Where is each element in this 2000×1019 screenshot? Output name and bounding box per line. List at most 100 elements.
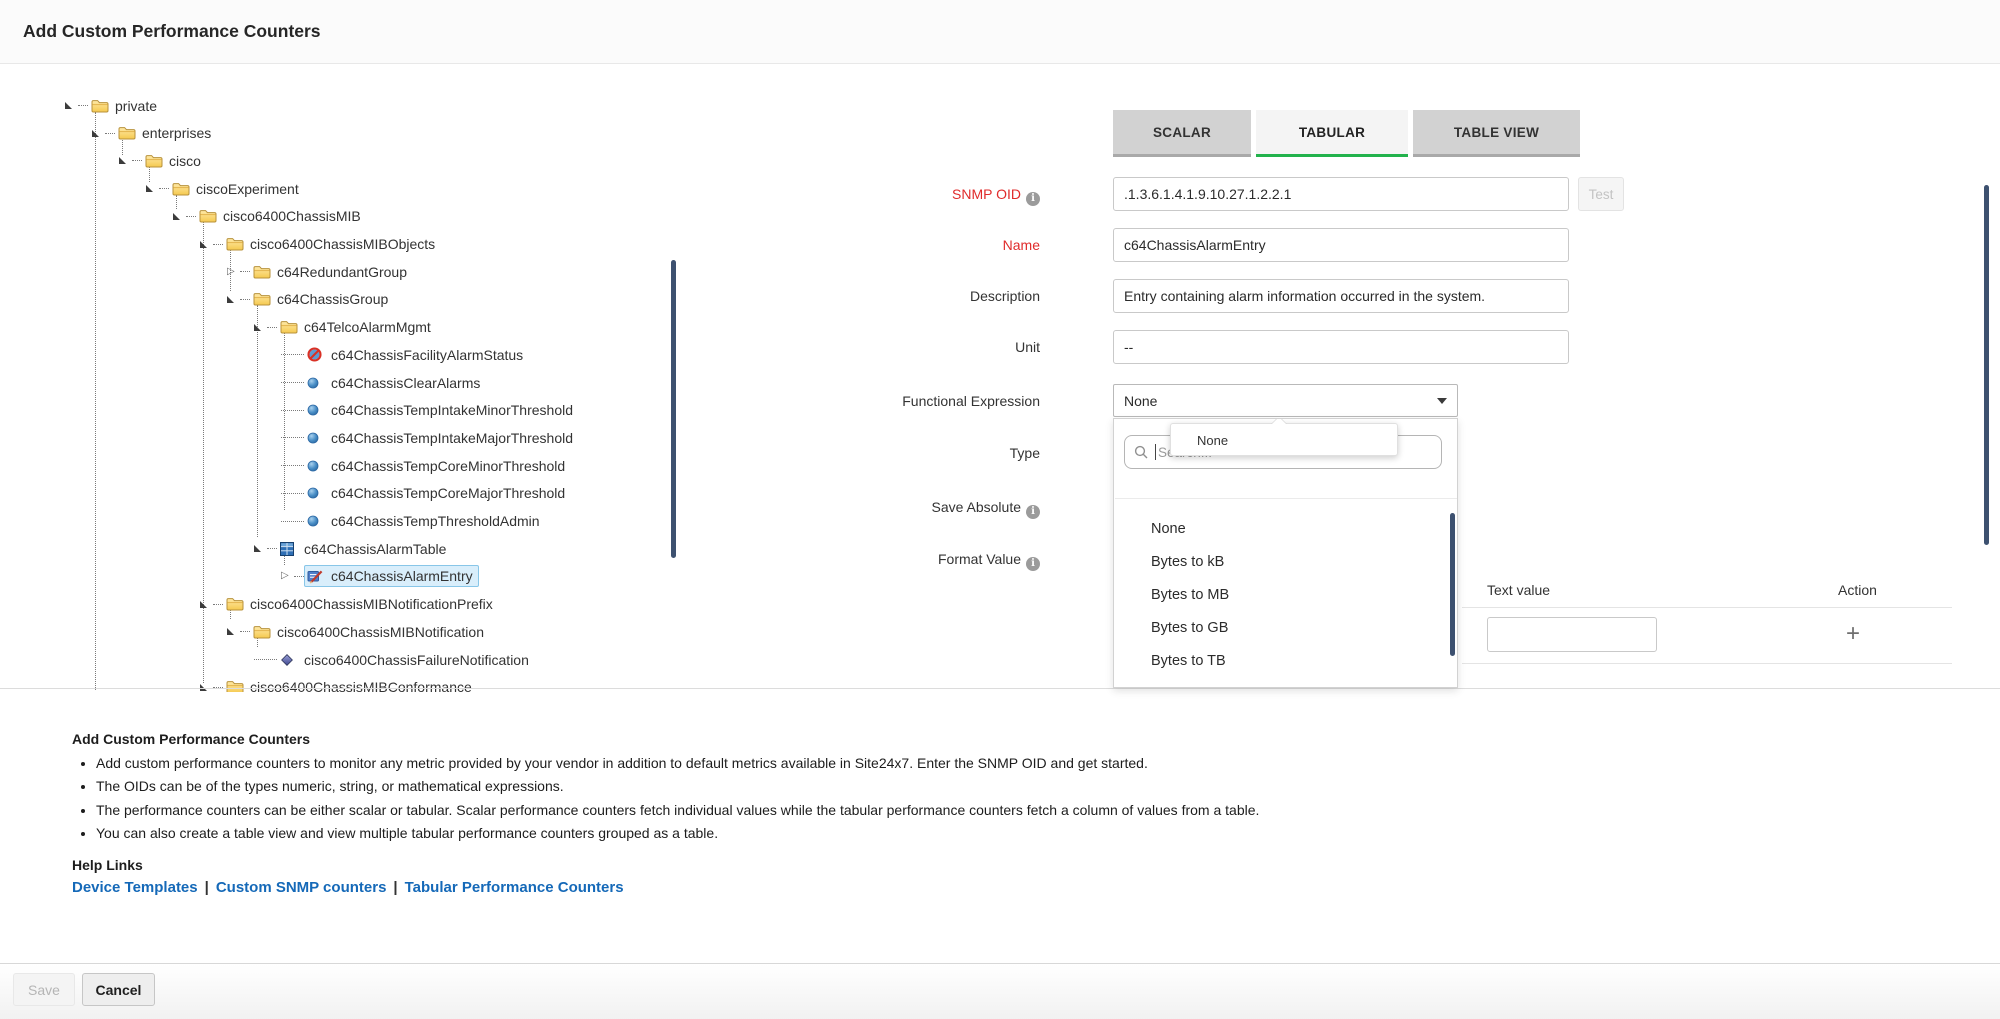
tree-connector [159,188,169,189]
expander-expanded-icon[interactable] [65,102,72,109]
expander-expanded-icon[interactable] [227,628,234,635]
tree-node[interactable]: c64ChassisGroup [227,286,394,313]
tree-node-label: cisco6400ChassisMIBObjects [250,236,435,252]
tree-node-label: cisco6400ChassisFailureNotification [304,652,529,668]
format-value-info-icon[interactable] [1026,557,1040,571]
tree-guide-line [95,112,96,690]
description-input[interactable] [1113,279,1569,313]
tree-scrollbar[interactable] [671,260,676,558]
functional-expression-label: Functional Expression [760,391,1040,411]
tree-node-label: c64ChassisTempThresholdAdmin [331,513,540,529]
name-input[interactable] [1113,228,1569,262]
scalar-oid-icon [307,403,325,418]
tree-node-label: cisco6400ChassisMIB [223,208,361,224]
tree-connector [281,493,304,494]
tree-node[interactable]: c64ChassisFacilityAlarmStatus [281,341,529,368]
expander-expanded-icon[interactable] [119,157,126,164]
help-bullet: Add custom performance counters to monit… [96,752,1259,775]
help-link[interactable]: Custom SNMP counters [216,879,387,896]
tree-node[interactable]: cisco6400ChassisMIB [173,203,367,230]
expander-expanded-icon[interactable] [227,296,234,303]
text-cursor [1155,444,1156,460]
expander-collapsed-icon[interactable]: ▷ [227,267,235,277]
functional-expression-dropdown: Search... None NoneBytes to kBBytes to M… [1113,418,1458,688]
tab-tabular[interactable]: TABULAR [1256,110,1408,157]
tree-connector [281,410,304,411]
tree-node[interactable]: ▷c64RedundantGroup [227,258,413,285]
snmp-oid-label: SNMP OID [760,184,1040,204]
tree-node[interactable]: c64ChassisTempCoreMinorThreshold [281,452,571,479]
dropdown-option[interactable]: None [1114,513,1448,546]
text-value-input[interactable] [1487,617,1657,652]
tree-node[interactable]: cisco6400ChassisMIBNotification [227,618,490,645]
tree-node[interactable]: c64TelcoAlarmMgmt [254,314,437,341]
functional-expression-select[interactable]: None [1113,384,1458,417]
expander-expanded-icon[interactable] [254,545,261,552]
help-links-heading: Help Links [72,857,143,873]
help-section-heading: Add Custom Performance Counters [72,731,310,747]
footer-bar: Save Cancel [0,963,2000,1019]
help-bullet: The OIDs can be of the types numeric, st… [96,775,1259,798]
dropdown-option[interactable]: Bytes to MB [1114,579,1448,612]
tree-node[interactable]: cisco6400ChassisMIBConformance [200,674,478,692]
expander-expanded-icon[interactable] [254,324,261,331]
page-scrollbar[interactable] [1984,185,1989,545]
dropdown-option[interactable]: Bytes to kB [1114,546,1448,579]
tree-node[interactable]: c64ChassisTempThresholdAdmin [281,508,546,535]
tree-node[interactable]: private [65,98,163,119]
selected-value-tooltip: None [1170,423,1398,456]
tree-node[interactable]: c64ChassisTempIntakeMajorThreshold [281,424,579,451]
tree-node-label: c64ChassisTempCoreMinorThreshold [331,458,565,474]
test-button[interactable]: Test [1578,177,1624,211]
tab-table-view[interactable]: TABLE VIEW [1413,110,1580,157]
format-table-divider [1462,607,1952,608]
snmp-oid-info-icon[interactable] [1026,192,1040,206]
tree-node-label: c64ChassisTempIntakeMinorThreshold [331,402,573,418]
tree-connector [132,160,142,161]
expander-collapsed-icon[interactable]: ▷ [281,571,289,581]
expander-expanded-icon[interactable] [200,241,207,248]
tree-node-label: private [115,98,157,114]
tree-connector [213,244,223,245]
expander-expanded-icon[interactable] [173,213,180,220]
dropdown-scrollbar[interactable] [1450,513,1455,656]
tree-node[interactable]: c64ChassisClearAlarms [281,369,486,396]
tree-node[interactable]: ciscoExperiment [146,175,305,202]
expander-expanded-icon[interactable] [200,601,207,608]
section-divider [0,688,2000,689]
tree-connector [240,631,250,632]
tree-node[interactable]: ▷ c64ChassisAlarmEntry [281,563,479,590]
help-bullet: The performance counters can be either s… [96,799,1259,822]
tree-node[interactable]: cisco [119,147,207,174]
expander-expanded-icon[interactable] [146,185,153,192]
tree-node[interactable]: c64ChassisTempIntakeMinorThreshold [281,397,579,424]
tree-connector [267,327,277,328]
tree-node[interactable]: cisco6400ChassisMIBObjects [200,231,441,258]
folder-icon [199,209,217,224]
tree-node[interactable]: enterprises [92,120,217,147]
save-button[interactable]: Save [13,973,75,1006]
tab-scalar[interactable]: SCALAR [1113,110,1251,157]
format-value-label: Format Value [760,549,1040,569]
add-row-button[interactable]: + [1838,618,1868,650]
tree-node[interactable]: cisco6400ChassisMIBNotificationPrefix [200,591,499,618]
save-absolute-info-icon[interactable] [1026,505,1040,519]
help-link[interactable]: Device Templates [72,879,198,896]
expander-expanded-icon[interactable] [92,130,99,137]
tree-connector [281,382,304,383]
tree-node[interactable]: c64ChassisAlarmTable [254,535,452,562]
dropdown-options-list: NoneBytes to kBBytes to MBBytes to GBByt… [1114,513,1448,678]
tree-node[interactable]: c64ChassisTempCoreMajorThreshold [281,480,571,507]
help-bullet: You can also create a table view and vie… [96,822,1259,845]
tree-node-label: c64ChassisAlarmEntry [331,568,473,584]
tree-node-label: ciscoExperiment [196,181,299,197]
dropdown-option[interactable]: Bytes to GB [1114,612,1448,645]
dropdown-option[interactable]: Bytes to TB [1114,645,1448,678]
tree-node-label: cisco6400ChassisMIBConformance [250,679,472,692]
help-link[interactable]: Tabular Performance Counters [405,879,624,896]
cancel-button[interactable]: Cancel [82,973,155,1006]
unit-input[interactable] [1113,330,1569,364]
notification-icon [280,652,298,667]
tree-node[interactable]: cisco6400ChassisFailureNotification [254,646,535,673]
snmp-oid-input[interactable] [1113,177,1569,211]
